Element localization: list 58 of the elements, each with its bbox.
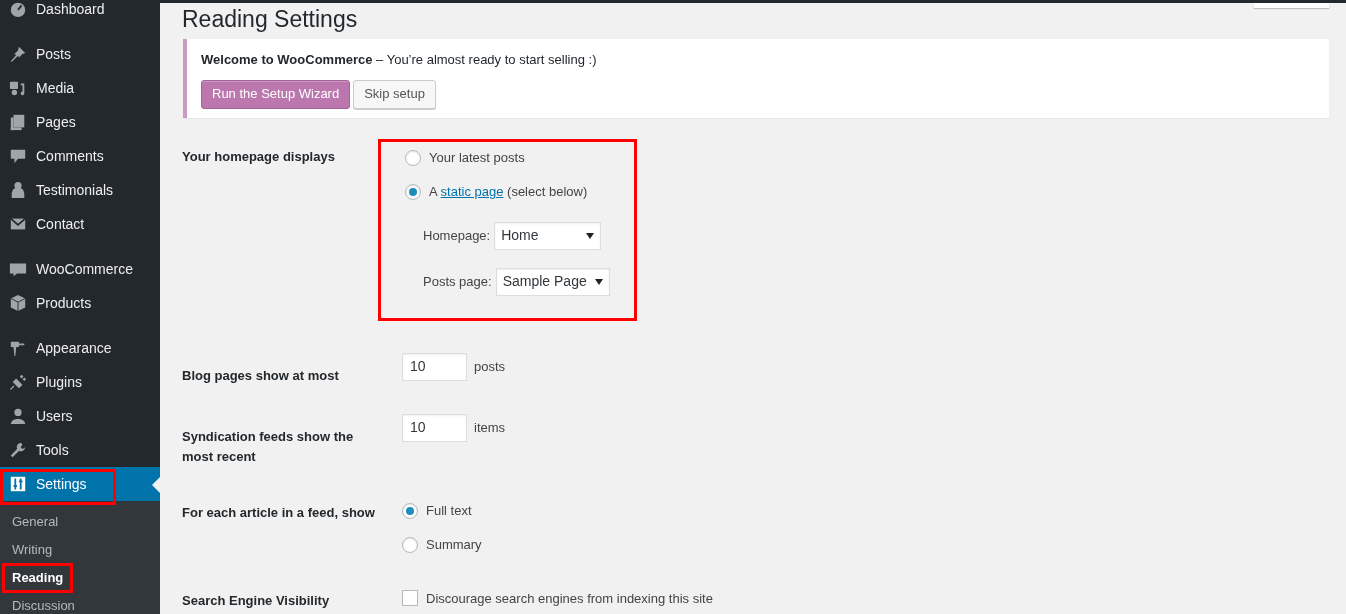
caret-icon (594, 278, 603, 285)
number-field[interactable]: 10 (402, 413, 467, 442)
wrench-icon (9, 441, 27, 459)
current-arrow-icon (152, 477, 160, 493)
sidebar-item[interactable]: WooCommerce (0, 252, 160, 286)
pages-icon (9, 113, 27, 131)
option-label: Summary (426, 535, 482, 554)
speech-bubble-icon (9, 147, 27, 165)
number-field[interactable]: 10 (402, 352, 467, 381)
submenu-item[interactable]: Discussion (0, 592, 160, 614)
page-title: Reading Settings (182, 5, 358, 33)
sidebar-item[interactable]: Testimonials (0, 173, 160, 207)
person-icon (9, 407, 27, 425)
pushpin-icon (9, 45, 27, 63)
notice-message: Welcome to WooCommerce – You’re almost ready to start selling :) (201, 51, 598, 69)
sidebar-item[interactable]: Users (0, 399, 160, 433)
option-label: Full text (426, 501, 472, 520)
sidebar-item[interactable]: Contact (0, 207, 160, 241)
submenu-item[interactable]: Reading (0, 564, 160, 592)
highlight-frame (2, 563, 73, 593)
person-icon (9, 181, 27, 199)
unit-label: posts (474, 357, 506, 376)
dropdown[interactable]: Home (494, 221, 602, 250)
radio-button[interactable] (402, 502, 418, 519)
select-label: Posts page: (423, 272, 492, 291)
submenu-item[interactable]: General (0, 508, 160, 536)
setting-label: For each article in a feed, show (182, 503, 376, 522)
static-page-link[interactable]: static page (440, 183, 504, 199)
caret-icon (586, 232, 595, 239)
setting-label: Your homepage displays (182, 147, 336, 166)
checkbox-label: Discourage search engines from indexing this site (426, 589, 713, 608)
sidebar-item[interactable]: Products (0, 286, 160, 320)
unit-label: items (474, 418, 506, 437)
setting-label: Search Engine Visibility (182, 591, 331, 610)
radio-button[interactable] (402, 536, 418, 553)
select-label: Homepage: (423, 226, 491, 245)
option-label: A static page (select below) (429, 182, 588, 201)
sidebar-item[interactable]: Pages (0, 105, 160, 139)
radio-button[interactable] (405, 149, 421, 166)
sidebar-item[interactable]: Posts (0, 37, 160, 71)
option-label: Your latest posts (429, 148, 525, 167)
sliders-icon (9, 475, 27, 493)
radio-button[interactable] (405, 183, 421, 200)
plug-icon (9, 373, 27, 391)
sidebar-item[interactable]: Appearance (0, 331, 160, 365)
sidebar-item[interactable]: Dashboard (0, 0, 160, 26)
checkbox[interactable] (402, 590, 418, 607)
setting-label: Blog pages show at most (182, 366, 340, 385)
screen-options-tab[interactable] (1254, 3, 1329, 8)
sidebar-item[interactable]: Plugins (0, 365, 160, 399)
sidebar-item[interactable]: Comments (0, 139, 160, 173)
skip-setup-button[interactable]: Skip setup (353, 79, 436, 109)
sidebar-item[interactable]: Tools (0, 433, 160, 467)
box-icon (9, 294, 27, 312)
dropdown[interactable]: Sample Page (495, 267, 610, 296)
submenu-item[interactable]: Writing (0, 536, 160, 564)
sidebar-item[interactable]: Media (0, 71, 160, 105)
setting-label: Syndication feeds show the most recent (182, 427, 355, 466)
